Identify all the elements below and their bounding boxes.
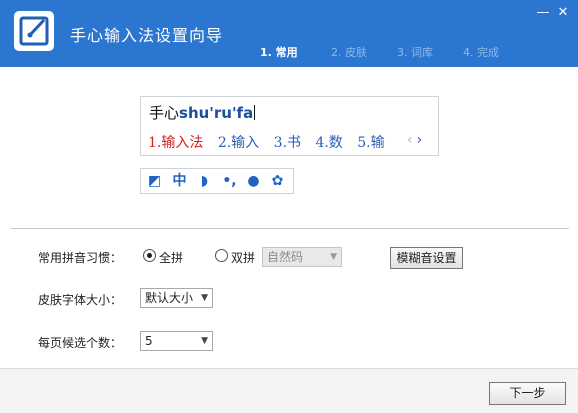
step-common: 1. 常用 <box>260 46 298 59</box>
candidate-item: 3.书 <box>273 135 301 151</box>
text-caret <box>254 105 256 120</box>
candidates-per-page-value: 5 <box>145 334 153 348</box>
close-icon[interactable]: ✕ <box>554 6 572 20</box>
minimize-icon[interactable]: — <box>534 6 552 20</box>
user-icon: ● <box>247 173 260 189</box>
section-divider <box>11 228 569 229</box>
double-pinyin-scheme-select[interactable]: 自然码 ▼ <box>262 247 342 267</box>
chevron-down-icon: ▼ <box>201 336 208 346</box>
candidates-per-page-select[interactable]: 5 ▼ <box>140 331 213 351</box>
composition-committed: 手心 <box>149 104 180 122</box>
step-skin: 2. 皮肤 <box>331 46 367 59</box>
punctuation-icon: •, <box>222 173 237 189</box>
app-logo-icon <box>14 11 54 51</box>
status-bar-preview: ◩ 中 ◗ •, ● ✿ <box>140 168 294 194</box>
chevron-down-icon: ▼ <box>201 293 208 303</box>
full-pinyin-radio[interactable] <box>143 249 156 262</box>
settings-gear-icon: ✿ <box>271 173 284 189</box>
double-pinyin-label[interactable]: 双拼 <box>231 249 255 266</box>
fuzzy-sound-settings-button[interactable]: 模糊音设置 <box>390 247 463 269</box>
next-button[interactable]: 下一步 <box>489 382 566 405</box>
composition-line: 手心shu'ru'fa <box>149 102 256 123</box>
double-pinyin-radio[interactable] <box>215 249 228 262</box>
candidate-list: 1.输入法 2.输入 3.书 4.数 5.输 <box>148 132 395 152</box>
app-title: 手心输入法设置向导 <box>70 26 224 45</box>
title-bar: 手心输入法设置向导 — ✕ 1. 常用 2. 皮肤 3. 词库 4. 完成 <box>0 0 578 67</box>
halfwidth-moon-icon: ◗ <box>200 173 209 189</box>
composition-pinyin: shu'ru'fa <box>179 104 254 122</box>
scheme-value: 自然码 <box>267 250 304 264</box>
brand-icon: ◩ <box>147 173 162 189</box>
step-dictionary: 3. 词库 <box>397 46 433 59</box>
skin-font-size-label: 皮肤字体大小： <box>38 293 123 307</box>
step-finish: 4. 完成 <box>463 46 499 59</box>
wizard-steps: 1. 常用 2. 皮肤 3. 词库 4. 完成 <box>260 44 570 62</box>
chinese-mode-icon: 中 <box>172 173 187 189</box>
skin-font-size-select[interactable]: 默认大小 ▼ <box>140 288 213 308</box>
candidate-window-preview: 手心shu'ru'fa 1.输入法 2.输入 3.书 4.数 5.输 ‹ › <box>140 96 439 156</box>
skin-font-size-value: 默认大小 <box>145 291 194 305</box>
prev-page-icon: ‹ <box>407 132 413 148</box>
chevron-down-icon: ▼ <box>330 252 337 262</box>
candidate-item: 5.输 <box>357 135 385 151</box>
candidate-item: 2.输入 <box>217 135 260 151</box>
pinyin-habit-label: 常用拼音习惯： <box>38 251 123 265</box>
full-pinyin-label[interactable]: 全拼 <box>159 249 183 266</box>
candidate-item: 1.输入法 <box>148 135 204 151</box>
footer-bar: 下一步 <box>0 368 578 413</box>
candidate-pager: ‹ › <box>407 132 426 148</box>
candidate-item: 4.数 <box>315 135 343 151</box>
candidates-per-page-label: 每页候选个数： <box>38 336 123 350</box>
next-page-icon: › <box>416 132 423 148</box>
